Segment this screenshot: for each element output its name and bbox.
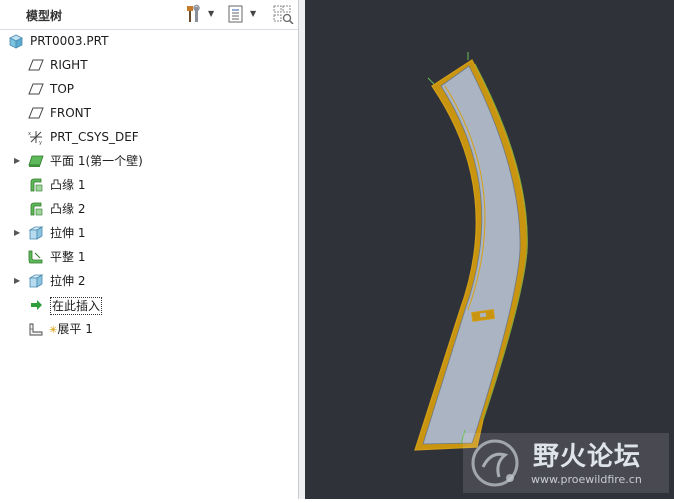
settings-tools-icon[interactable]	[184, 4, 204, 24]
expand-arrow-icon[interactable]: ▶	[14, 155, 24, 167]
datum-plane-icon	[28, 57, 44, 73]
graphics-viewport[interactable]: 野火论坛 www.proewildfire.cn	[305, 0, 674, 499]
datum-plane-icon	[28, 81, 44, 97]
tree-item-top-plane[interactable]: TOP	[0, 78, 290, 100]
sheetmetal-part[interactable]	[305, 0, 674, 499]
flange-wall-icon	[28, 201, 44, 217]
expand-arrow-icon[interactable]: ▶	[14, 227, 24, 239]
watermark-logo-icon	[465, 433, 525, 493]
flat-pattern-icon	[28, 321, 44, 337]
tree-item-flange-2[interactable]: 凸缘 2	[0, 198, 290, 220]
tree-item-label: 拉伸 1	[50, 226, 86, 240]
settings-dropdown-chevron-icon[interactable]: ▼	[208, 4, 218, 24]
extrude-cut-icon	[28, 273, 44, 289]
tree-item-extrude-2[interactable]: ▶ 拉伸 2	[0, 270, 290, 292]
tree-item-right-plane[interactable]: RIGHT	[0, 54, 290, 76]
tree-item-front-plane[interactable]: FRONT	[0, 102, 290, 124]
tree-item-planar-wall[interactable]: ▶ 平面 1(第一个壁)	[0, 150, 290, 172]
extrude-cut-icon	[28, 225, 44, 241]
flange-wall-icon	[28, 177, 44, 193]
panel-title: 模型树	[26, 9, 63, 23]
tree-item-label: TOP	[50, 82, 75, 96]
show-list-icon[interactable]	[227, 4, 245, 24]
tree-item-label: FRONT	[50, 106, 91, 120]
layer-view-icon[interactable]	[272, 4, 294, 25]
tree-item-flange-1[interactable]: 凸缘 1	[0, 174, 290, 196]
part-icon	[8, 33, 24, 49]
show-dropdown-chevron-icon[interactable]: ▼	[250, 4, 260, 24]
watermark-url: www.proewildfire.cn	[531, 473, 642, 486]
tree-item-label: RIGHT	[50, 58, 88, 72]
tree-item-label: PRT_CSYS_DEF	[50, 130, 139, 144]
tree-item-label: ✳展平 1	[49, 321, 93, 339]
tree-item-unfold-1[interactable]: ✳展平 1	[0, 318, 290, 340]
model-tree: PRT0003.PRT RIGHT TOP FRONT x y PRT_CSYS…	[0, 30, 298, 499]
sheetmetal-planar-icon	[28, 153, 44, 169]
tree-item-insert-here[interactable]: 在此插入	[0, 294, 290, 316]
tree-item-label: 拉伸 2	[50, 274, 86, 288]
tree-root-part[interactable]: PRT0003.PRT	[0, 30, 290, 52]
svg-text:y: y	[39, 140, 42, 145]
tree-item-label-text: 展平 1	[57, 322, 93, 336]
insert-arrow-icon	[28, 297, 44, 313]
model-tree-panel: 模型树 ▼ ▼ PRT0003.PRT RIGHT TOP FRONT x y …	[0, 0, 305, 499]
tree-item-label: 凸缘 1	[50, 178, 86, 192]
model-tree-toolbar: 模型树 ▼ ▼	[0, 0, 304, 30]
tree-item-extrude-1[interactable]: ▶ 拉伸 1	[0, 222, 290, 244]
tree-item-csys[interactable]: x y PRT_CSYS_DEF	[0, 126, 290, 148]
datum-plane-icon	[28, 105, 44, 121]
watermark: 野火论坛 www.proewildfire.cn	[463, 433, 669, 493]
watermark-title: 野火论坛	[533, 442, 642, 472]
tree-item-label: 凸缘 2	[50, 202, 86, 216]
tree-item-label: 在此插入	[50, 297, 103, 315]
coordinate-system-icon: x y	[28, 129, 44, 146]
svg-text:x: x	[28, 131, 31, 137]
expand-arrow-icon[interactable]: ▶	[14, 275, 24, 287]
unbend-icon	[28, 249, 44, 265]
panel-splitter[interactable]	[298, 0, 305, 499]
tree-root-label: PRT0003.PRT	[30, 34, 109, 48]
tree-item-label: 平整 1	[50, 250, 86, 264]
tree-item-flatten-1[interactable]: 平整 1	[0, 246, 290, 268]
tree-item-label: 平面 1(第一个壁)	[50, 154, 143, 168]
